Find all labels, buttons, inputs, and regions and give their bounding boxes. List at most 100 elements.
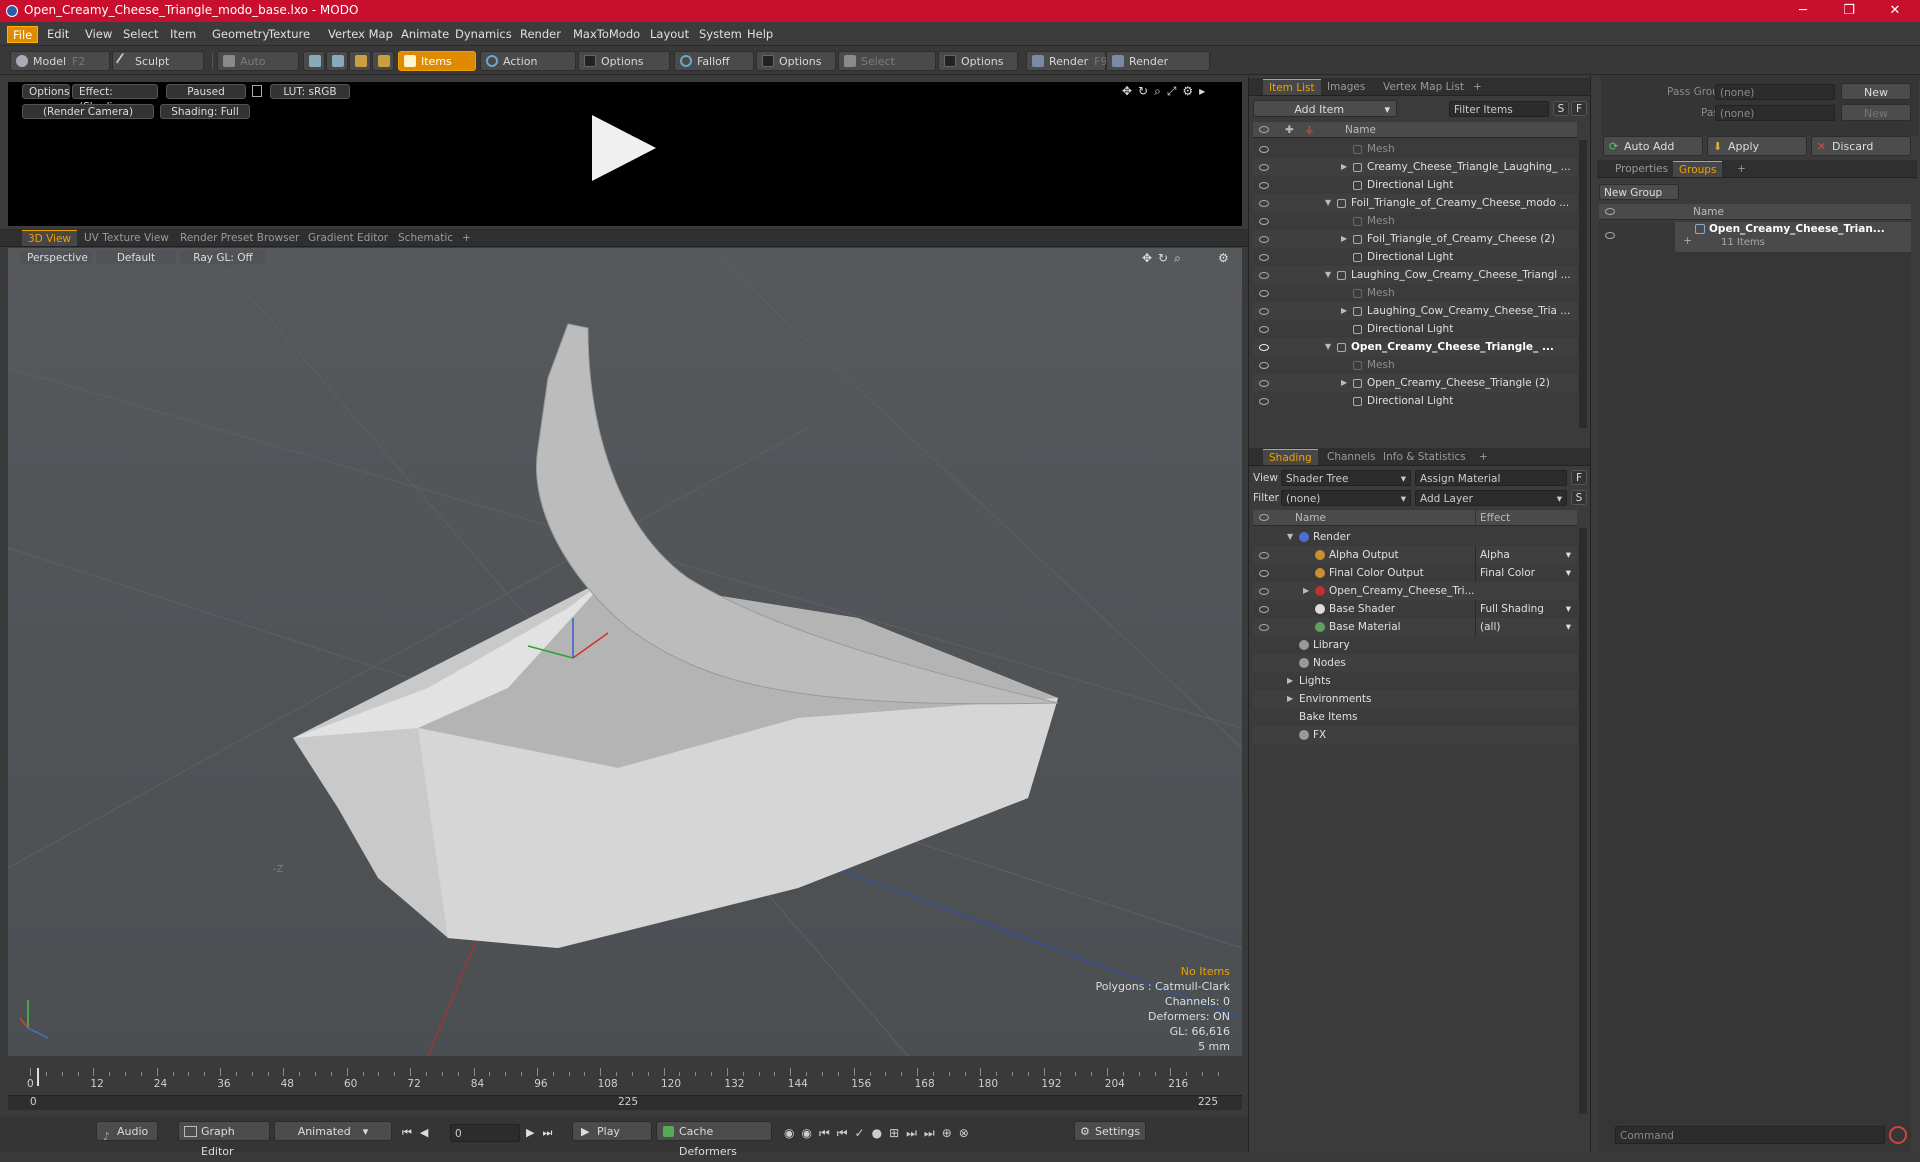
visibility-eye-icon[interactable] — [1259, 344, 1269, 351]
shader-row[interactable]: ▶ Lights — [1253, 672, 1577, 690]
item-row[interactable]: Mesh — [1253, 284, 1577, 302]
new-pass-button[interactable]: New — [1841, 104, 1911, 121]
render-button[interactable]: Render F9 — [1026, 51, 1108, 71]
group-eye-icon[interactable] — [1605, 232, 1615, 239]
add-layer-dropdown[interactable]: Add Layer ▾ — [1415, 490, 1567, 506]
timeline-playhead[interactable] — [37, 1068, 39, 1086]
visibility-eye-icon[interactable] — [1259, 398, 1269, 405]
collapse-arrow-icon[interactable]: ▶ — [1341, 158, 1347, 176]
auto-add-button[interactable]: ⟳ Auto Add — [1603, 136, 1703, 156]
item-row[interactable]: ▼ Laughing_Cow_Creamy_Cheese_Triangl ... — [1253, 266, 1577, 284]
shader-row[interactable]: Bake Items — [1253, 708, 1577, 726]
shader-row[interactable]: Alpha Output Alpha ▾ — [1253, 546, 1577, 564]
shader-row[interactable]: ▶ Environments — [1253, 690, 1577, 708]
tab-shading[interactable]: Shading — [1263, 449, 1318, 465]
visibility-eye-icon[interactable] — [1259, 624, 1269, 631]
shader-effect-dropdown[interactable]: Final Color ▾ — [1475, 564, 1575, 582]
item-row[interactable]: Mesh — [1253, 356, 1577, 374]
visibility-eye-icon[interactable] — [1259, 146, 1269, 153]
falloff-options-button[interactable]: Options — [756, 51, 836, 71]
visibility-eye-icon[interactable] — [1259, 362, 1269, 369]
tab-3d-view[interactable]: 3D View — [22, 230, 78, 246]
menu-render[interactable]: Render — [515, 26, 566, 43]
visibility-eye-icon[interactable] — [1259, 552, 1269, 559]
item-row[interactable]: ▶ Creamy_Cheese_Triangle_Laughing_ ... — [1253, 158, 1577, 176]
style-dropdown[interactable]: Default — [96, 250, 176, 265]
item-row[interactable]: Directional Light — [1253, 248, 1577, 266]
collapse-arrow-icon[interactable]: ▶ — [1287, 672, 1293, 690]
apply-button[interactable]: ⬇ Apply — [1707, 136, 1807, 156]
visibility-eye-icon[interactable] — [1259, 570, 1269, 577]
close-button[interactable]: ✕ — [1872, 0, 1918, 22]
play-icon[interactable] — [592, 115, 656, 181]
sculpt-mode-button[interactable]: Sculpt — [112, 51, 204, 71]
filter-items-input[interactable]: Filter Items — [1449, 101, 1549, 117]
transport-controls-right[interactable]: ▶⏭ — [526, 1126, 560, 1140]
cache-deformers-button[interactable]: Cache Deformers — [656, 1121, 772, 1158]
visibility-eye-icon[interactable] — [1259, 606, 1269, 613]
expand-plus-icon[interactable]: + — [1683, 234, 1692, 247]
shader-row[interactable]: ▼ Render — [1253, 528, 1577, 546]
pass-groups-dropdown[interactable]: (none) — [1715, 84, 1835, 100]
visibility-eye-icon[interactable] — [1259, 326, 1269, 333]
discard-button[interactable]: ✕ Discard — [1811, 136, 1911, 156]
menu-system[interactable]: System — [694, 26, 747, 43]
assign-material-input[interactable]: Assign Material — [1415, 470, 1567, 486]
expand-arrow-icon[interactable]: ▼ — [1325, 194, 1331, 212]
record-icon[interactable] — [1889, 1126, 1907, 1144]
settings-button[interactable]: ⚙ Settings — [1074, 1121, 1146, 1141]
minimize-button[interactable]: ─ — [1780, 0, 1826, 22]
preview-options-button[interactable]: Options — [22, 84, 70, 99]
collapse-arrow-icon[interactable]: ▶ — [1287, 690, 1293, 708]
collapse-arrow-icon[interactable]: ▶ — [1341, 374, 1347, 392]
materials-mode-button[interactable] — [372, 51, 394, 71]
key-controls[interactable]: ◉◉⏮⏮✓●⊞⏭⏭⊕⊗ — [784, 1126, 976, 1141]
add-item-dropdown[interactable]: Add Item ▾ — [1253, 100, 1397, 117]
item-row[interactable]: Mesh — [1253, 140, 1577, 158]
collapse-arrow-icon[interactable]: ▶ — [1303, 582, 1309, 600]
menu-maxtomodo[interactable]: MaxToModo — [568, 26, 645, 43]
menu-select[interactable]: Select — [118, 26, 163, 43]
filter-f-button[interactable]: F — [1571, 101, 1587, 116]
filter-dropdown[interactable]: (none) ▾ — [1281, 490, 1411, 506]
command-input[interactable]: Command — [1615, 1126, 1885, 1144]
visibility-eye-icon[interactable] — [1259, 272, 1269, 279]
tab-images[interactable]: Images — [1321, 79, 1371, 95]
visibility-eye-icon[interactable] — [1259, 200, 1269, 207]
visibility-eye-icon[interactable] — [1259, 588, 1269, 595]
preview-effect-dropdown[interactable]: Effect: (Shadi... — [72, 84, 158, 113]
tab-gradient-editor[interactable]: Gradient Editor — [302, 230, 394, 246]
menu-texture[interactable]: Texture — [263, 26, 315, 43]
visibility-eye-icon[interactable] — [1259, 164, 1269, 171]
tab-uv-texture-view[interactable]: UV Texture View — [78, 230, 175, 246]
item-row[interactable]: ▼ Open_Creamy_Cheese_Triangle_ ... — [1253, 338, 1577, 356]
shader-effect-dropdown[interactable]: (all) ▾ — [1475, 618, 1575, 636]
item-row[interactable]: ▶ Laughing_Cow_Creamy_Cheese_Tria ... — [1253, 302, 1577, 320]
frame-input[interactable]: 0 — [450, 1124, 520, 1142]
shader-row[interactable]: Library — [1253, 636, 1577, 654]
visibility-eye-icon[interactable] — [1259, 290, 1269, 297]
new-group-button[interactable]: New Group — [1599, 184, 1679, 200]
shading-f-button[interactable]: F — [1571, 470, 1587, 485]
item-list-scrollbar[interactable] — [1579, 140, 1587, 428]
shading-dropdown[interactable]: Shading: Full — [160, 104, 250, 119]
timeline-ruler[interactable]: 0 12 24 36 48 60 72 84 96 108 120 132 144 156 168 180 19… — [8, 1066, 1242, 1096]
tab-properties[interactable]: Properties — [1609, 161, 1674, 177]
menu-vertex-map[interactable]: Vertex Map — [323, 26, 398, 43]
tab-render-preset-browser[interactable]: Render Preset Browser — [174, 230, 305, 246]
preview-pause-button[interactable]: Paused — [166, 84, 246, 99]
tab-add[interactable]: + — [456, 230, 477, 246]
shading-scrollbar[interactable] — [1579, 528, 1587, 1114]
item-row[interactable]: Mesh — [1253, 212, 1577, 230]
menu-item[interactable]: Item — [165, 26, 201, 43]
expand-arrow-icon[interactable]: ▼ — [1325, 338, 1331, 356]
visibility-eye-icon[interactable] — [1259, 254, 1269, 261]
tab-channels[interactable]: Channels — [1321, 449, 1382, 465]
transport-controls-left[interactable]: ⏮◀ — [402, 1126, 436, 1140]
shader-row[interactable]: Final Color Output Final Color ▾ — [1253, 564, 1577, 582]
select-through-button[interactable]: Select Through — [838, 51, 936, 88]
timeline[interactable]: 0 12 24 36 48 60 72 84 96 108 120 132 144 156 168 180 19… — [8, 1066, 1242, 1110]
shader-row[interactable]: ▶ Open_Creamy_Cheese_Tri... — [1253, 582, 1577, 600]
viewport-nav-controls[interactable]: ✥↻⌕ — [1142, 251, 1187, 266]
shader-effect-dropdown[interactable]: Alpha ▾ — [1475, 546, 1575, 564]
